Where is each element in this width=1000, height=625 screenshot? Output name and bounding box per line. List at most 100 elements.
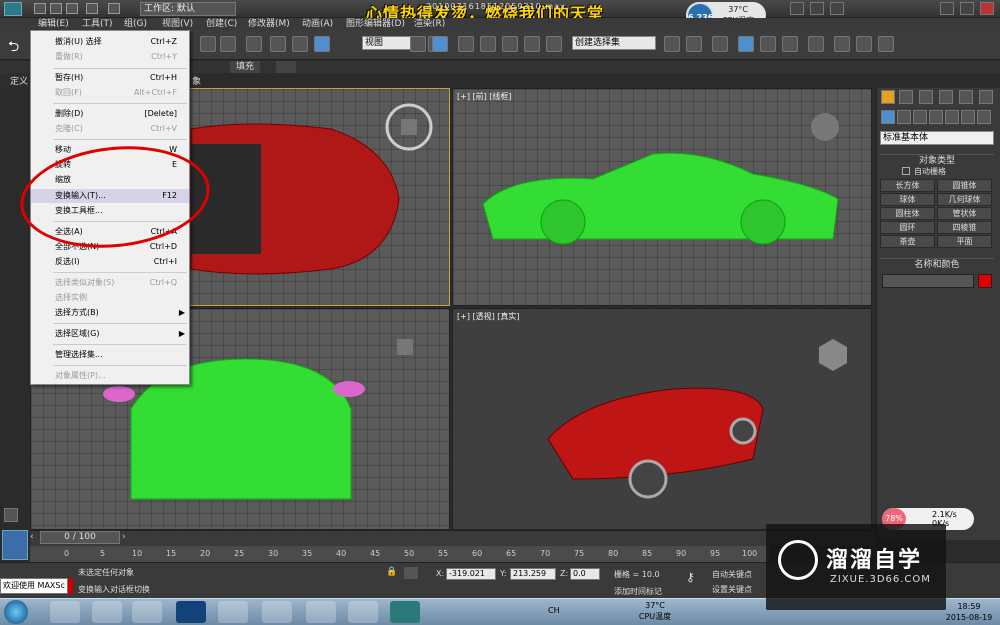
absolute-mode-icon[interactable] (404, 567, 418, 579)
angle-snap-icon[interactable] (480, 36, 496, 52)
back-arrow-icon[interactable]: ⮌ (8, 36, 24, 55)
motion-tab-icon[interactable] (939, 90, 953, 104)
scale-icon[interactable] (314, 36, 330, 52)
frame-ruler[interactable]: 0 5 10 15 20 25 30 35 40 45 50 55 60 65 … (30, 546, 770, 562)
menu-item-hold[interactable]: 暂存(H) Ctrl+H (31, 71, 189, 85)
geosphere-button[interactable]: 几何球体 (937, 193, 992, 206)
ie-icon[interactable] (50, 601, 80, 623)
render-setup-icon[interactable] (834, 36, 850, 52)
teapot-button[interactable]: 茶壶 (880, 235, 935, 248)
set-key-button[interactable]: 设置关键点 (712, 584, 752, 595)
menu-item-manage-sets[interactable]: 管理选择集... (31, 348, 189, 362)
spacewarps-icon[interactable] (961, 110, 975, 124)
notes-icon[interactable] (306, 601, 336, 623)
percent-snap-icon[interactable] (502, 36, 518, 52)
menu-item-select-similar[interactable]: 选择类似对象(S) Ctrl+Q (31, 276, 189, 290)
language-indicator[interactable]: CH (548, 606, 560, 615)
window-crossing-icon[interactable] (246, 36, 262, 52)
3dsmax-taskbar-icon[interactable] (390, 601, 420, 623)
star-icon[interactable] (810, 2, 824, 15)
menu-rendering[interactable]: 渲染(R) (414, 18, 445, 30)
menu-item-clone[interactable]: 克隆(C) Ctrl+V (31, 122, 189, 136)
add-time-tag[interactable]: 添加时间标记 (614, 586, 662, 597)
primitive-type-dropdown[interactable]: 标准基本体 (880, 131, 994, 145)
menu-item-select-by[interactable]: 选择方式(B) ▶ (31, 306, 189, 320)
object-type-rollout[interactable]: 对象类型 (880, 154, 994, 166)
material-editor-icon[interactable] (808, 36, 824, 52)
menu-item-object-properties[interactable]: 对象属性(P)... (31, 369, 189, 383)
app-logo-icon[interactable] (4, 2, 22, 16)
workspace-dropdown[interactable]: 工作区: 默认 (140, 2, 236, 16)
render-icon[interactable] (878, 36, 894, 52)
open-file-icon[interactable] (50, 3, 62, 14)
select-region-icon[interactable] (200, 36, 216, 52)
plane-button[interactable]: 平面 (937, 235, 992, 248)
ribbon-pin-icon[interactable] (276, 61, 296, 73)
menu-item-select-instances[interactable]: 选择实例 (31, 291, 189, 305)
explorer-icon[interactable] (92, 601, 122, 623)
layer-manager-icon[interactable] (712, 36, 728, 52)
y-coord-field[interactable]: 213.259 (510, 568, 556, 580)
shapes-icon[interactable] (897, 110, 911, 124)
menu-group[interactable]: 组(G) (124, 18, 147, 30)
menu-create[interactable]: 创建(C) (206, 18, 237, 30)
graphite-tools-icon[interactable] (738, 36, 754, 52)
modify-tab-icon[interactable] (899, 90, 913, 104)
lock-icon[interactable]: 🔒 (386, 567, 397, 579)
menu-item-fetch[interactable]: 取回(F) Alt+Ctrl+F (31, 86, 189, 100)
snap-3d-icon[interactable] (458, 36, 474, 52)
schematic-view-icon[interactable] (782, 36, 798, 52)
close-icon[interactable] (980, 2, 994, 15)
photoshop-icon[interactable] (176, 601, 206, 623)
named-selection-set-dropdown[interactable]: 创建选择集 (572, 36, 656, 50)
save-file-icon[interactable] (66, 3, 78, 14)
lights-icon[interactable] (913, 110, 927, 124)
torus-button[interactable]: 圆环 (880, 221, 935, 234)
select-manipulate-icon[interactable] (410, 36, 426, 52)
menu-item-region[interactable]: 选择区域(G) ▶ (31, 327, 189, 341)
ribbon-tab-fill[interactable]: 填充 (230, 61, 261, 73)
menu-item-delete[interactable]: 删除(D) [Delete] (31, 107, 189, 121)
keyboard-shortcut-icon[interactable] (432, 36, 448, 52)
name-color-rollout[interactable]: 名称和颜色 (880, 258, 994, 270)
cylinder-button[interactable]: 圆柱体 (880, 207, 935, 220)
chrome-icon[interactable] (262, 601, 292, 623)
align-icon[interactable] (686, 36, 702, 52)
menu-edit[interactable]: 编辑(E) (38, 18, 69, 30)
maxscript-listener[interactable]: 欢迎使用 MAXSc (0, 578, 68, 594)
box-button[interactable]: 长方体 (880, 179, 935, 192)
cone-button[interactable]: 圆锥体 (937, 179, 992, 192)
prev-frame-icon[interactable]: ‹ (30, 532, 38, 544)
minimize-icon[interactable] (940, 2, 954, 15)
object-name-field[interactable] (882, 274, 974, 288)
sphere-button[interactable]: 球体 (880, 193, 935, 206)
help-icon[interactable] (830, 2, 844, 15)
viewport-layout-icon[interactable] (2, 530, 28, 560)
wechat-icon[interactable] (348, 601, 378, 623)
time-slider[interactable]: 0 / 100 (40, 531, 120, 544)
system-clock[interactable]: 18:59 2015-08-19 (940, 601, 998, 623)
menu-view[interactable]: 视图(V) (162, 18, 193, 30)
geometry-icon[interactable] (881, 110, 895, 124)
z-coord-field[interactable]: 0.0 (570, 568, 600, 580)
rotate-icon[interactable] (292, 36, 308, 52)
new-file-icon[interactable] (34, 3, 46, 14)
move-icon[interactable] (270, 36, 286, 52)
auto-key-button[interactable]: 自动关键点 (712, 569, 752, 580)
hierarchy-tab-icon[interactable] (919, 90, 933, 104)
utilities-tab-icon[interactable] (979, 90, 993, 104)
tube-button[interactable]: 管状体 (937, 207, 992, 220)
menu-tools[interactable]: 工具(T) (82, 18, 113, 30)
360-browser-icon[interactable] (132, 601, 162, 623)
binoculars-icon[interactable] (790, 2, 804, 15)
autogrid-checkbox[interactable] (902, 167, 910, 175)
menu-animation[interactable]: 动画(A) (302, 18, 333, 30)
mirror-icon[interactable] (664, 36, 680, 52)
rect-select-icon[interactable] (220, 36, 236, 52)
menu-graph-editors[interactable]: 图形编辑器(D) (346, 18, 405, 30)
viewport-front[interactable]: [+] [前] [线框] (452, 88, 872, 306)
viewport-perspective[interactable]: [+] [透视] [真实] (452, 308, 872, 530)
x-coord-field[interactable]: -319.021 (446, 568, 496, 580)
next-frame-icon[interactable]: › (122, 532, 130, 544)
menu-item-select-invert[interactable]: 反选(I) Ctrl+I (31, 255, 189, 269)
